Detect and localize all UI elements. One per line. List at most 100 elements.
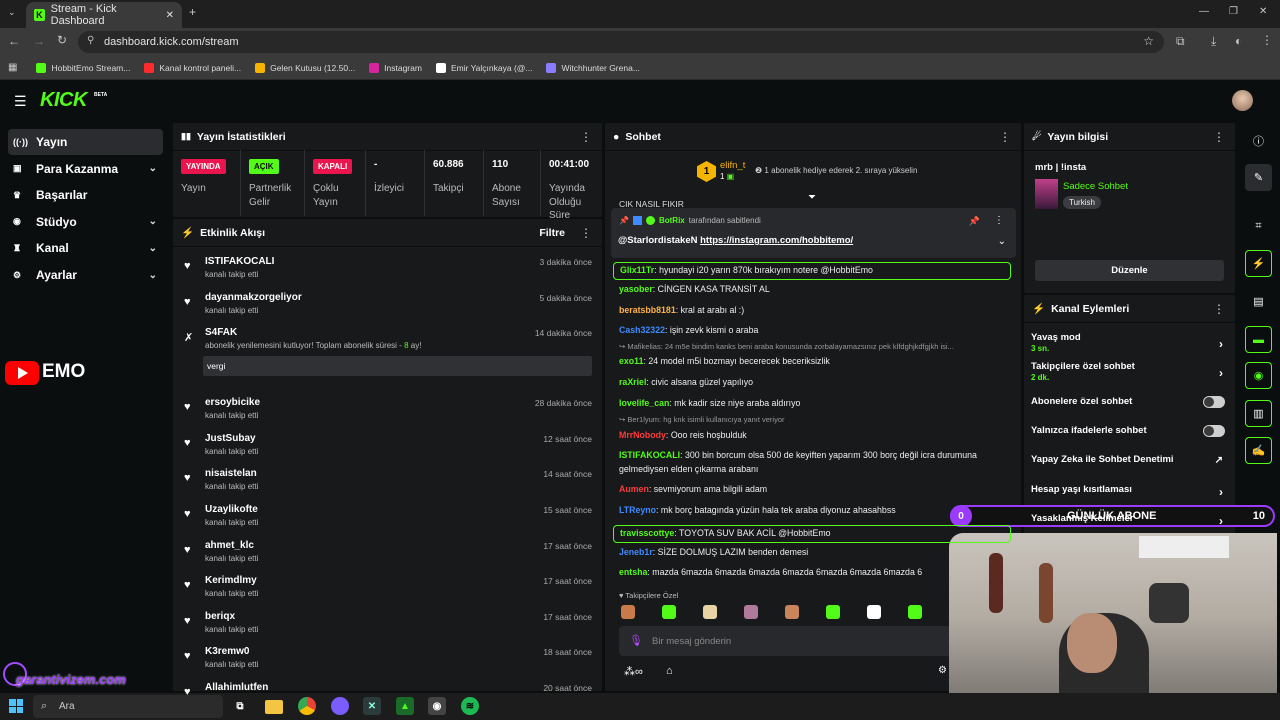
profile-icon[interactable]: ◐ — [1235, 34, 1242, 48]
info-menu-icon[interactable]: ⋮ — [1213, 130, 1225, 144]
activity-item[interactable]: ♥ Kerimdlmy kanalı takip etti 17 saat önce — [182, 575, 592, 611]
chevron-down-icon[interactable]: ⌄ — [149, 243, 157, 254]
toggle-switch[interactable] — [1203, 425, 1225, 437]
chat-message[interactable]: LTReyno: mk borç batagında yüzün hala te… — [619, 504, 1009, 518]
activity-item[interactable]: ♥ beriqx kanalı takip etti 17 saat önce — [182, 611, 592, 647]
menu-icon[interactable]: ⋮ — [1261, 33, 1273, 47]
chat-username[interactable]: travisscottye — [620, 528, 674, 538]
bookmark-item[interactable]: Gelen Kutusu (12.50... — [248, 62, 362, 73]
chevron-right-icon[interactable]: › — [1219, 366, 1223, 380]
browser-tab[interactable]: K Stream - Kick Dashboard ✕ — [26, 2, 182, 28]
activity-item[interactable]: ♥ dayanmakzorgeliyor kanalı takip etti 5 da… — [182, 292, 592, 328]
new-tab-icon[interactable]: + — [189, 5, 196, 19]
close-window-icon[interactable]: ✕ — [1259, 6, 1267, 17]
chat-username[interactable]: exo11 — [619, 356, 643, 366]
kick-logo[interactable]: KICK — [40, 89, 87, 112]
activity-item[interactable]: ♥ K3remw0 kanalı takip etti 18 saat önce — [182, 646, 592, 682]
stats-menu-icon[interactable]: ⋮ — [580, 130, 592, 144]
microphone-icon[interactable]: 🎙 — [629, 634, 643, 647]
chat-message[interactable]: exo11: 24 model m5i bozmayı becerecek be… — [619, 355, 1009, 369]
sidebar-item-yayın[interactable]: ((·)) Yayın — [8, 129, 163, 155]
sidebar-item-ayarlar[interactable]: ⚙ Ayarlar ⌄ — [8, 262, 163, 288]
chevron-right-icon[interactable]: › — [1219, 514, 1223, 528]
chat-message[interactable]: lovelife_can: mk kadir size niye araba a… — [619, 397, 1009, 411]
channel-action-item[interactable]: Yavaş mod 3 sn. › — [1031, 332, 1231, 353]
tab-list-icon[interactable]: ⌄ — [8, 7, 16, 18]
edit-pencil-icon[interactable]: ✎ — [1245, 164, 1272, 191]
chevron-down-icon[interactable]: ⌄ — [149, 270, 157, 281]
pinned-menu-icon[interactable]: ⋮ — [994, 215, 1004, 226]
activity-item[interactable]: ♥ ersoybicike kanalı takip etti 28 dakika ö… — [182, 397, 592, 433]
chat-message[interactable]: Aumen: sevmiyorum ama bilgili adam — [619, 483, 1009, 497]
hamburger-menu-icon[interactable]: ☰ — [14, 93, 27, 110]
chevron-down-icon[interactable]: ⌄ — [149, 163, 157, 174]
reload-icon[interactable]: ↻ — [57, 33, 67, 47]
activity-item[interactable]: ♥ nisaistelan kanalı takip etti 14 saat önc… — [182, 468, 592, 504]
channel-action-item[interactable]: Hesap yaşı kısıtlaması › — [1031, 484, 1231, 499]
channel-action-item[interactable]: Yalnızca ifadelerle sohbet — [1031, 425, 1231, 437]
toggle-switch[interactable] — [1203, 396, 1225, 408]
sidebar-item-başarılar[interactable]: ♛ Başarılar — [8, 182, 163, 208]
channel-action-item[interactable]: Yasaklanmış Kelimeler › — [1031, 513, 1231, 528]
close-tab-icon[interactable]: ✕ — [166, 10, 174, 21]
activity-item[interactable]: ♥ ahmet_klc kanalı takip etti 17 saat önce — [182, 540, 592, 576]
chevron-right-icon[interactable]: › — [1219, 337, 1223, 351]
chevron-down-icon[interactable]: ⌄ — [149, 216, 157, 227]
address-bar[interactable]: ⚲ dashboard.kick.com/stream ☆ — [78, 31, 1164, 53]
windows-start-icon[interactable] — [9, 699, 23, 713]
channel-action-item[interactable]: Yapay Zeka ile Sohbet Denetimi ↗ — [1031, 454, 1231, 466]
chat-menu-icon[interactable]: ⋮ — [999, 130, 1011, 144]
emote-icon[interactable] — [785, 605, 799, 619]
emote-icon[interactable] — [867, 605, 881, 619]
emote-icon[interactable] — [744, 605, 758, 619]
edit-button[interactable]: Düzenle — [1035, 260, 1224, 281]
chat-toggle-icon[interactable]: ▬ — [1245, 326, 1272, 353]
chat-message[interactable]: Glix11Tr: hyundayi i20 yarın 870k bırakı… — [613, 262, 1011, 280]
pinned-link[interactable]: https://instagram.com/hobbitemo/ — [700, 235, 853, 246]
expand-pinned-icon[interactable]: ⌄ — [998, 236, 1006, 247]
activity-item[interactable]: ♥ ISTIFAKOCALI kanalı takip etti 3 dakika ö… — [182, 256, 592, 292]
emote-icon[interactable] — [621, 605, 635, 619]
bookmark-item[interactable]: Witchhunter Grena... — [539, 62, 646, 73]
user-avatar[interactable] — [1232, 90, 1253, 111]
sidebar-item-kanal[interactable]: ♜ Kanal ⌄ — [8, 235, 163, 261]
channel-action-item[interactable]: Abonelere özel sohbet — [1031, 396, 1231, 408]
chat-message[interactable]: ISTIFAKOCALI: 300 bin borcum olsa 500 de… — [619, 449, 1009, 476]
broadcast-toggle-icon[interactable]: ◉ — [1245, 362, 1272, 389]
back-icon[interactable]: ← — [8, 34, 20, 48]
sidebar-item-para-kazanma[interactable]: ▣ Para Kazanma ⌄ — [8, 156, 163, 182]
activity-item[interactable]: ♥ JustSubay kanalı takip etti 12 saat önce — [182, 433, 592, 469]
activity-item[interactable]: ✗ S4FAK abonelik yenilemesini kutluyor! To… — [182, 327, 592, 397]
chat-points-icon[interactable]: ⁂∞ — [624, 665, 643, 678]
focus-icon[interactable]: ⌗ — [1245, 213, 1272, 240]
apps-grid-icon[interactable]: ▦ — [8, 62, 17, 73]
chat-username[interactable]: beratsbb8181 — [619, 305, 676, 315]
chat-input[interactable]: 🎙 Bir mesaj gönderin — [619, 626, 959, 656]
chat-username[interactable]: raXriel — [619, 377, 646, 387]
emote-icon[interactable] — [826, 605, 840, 619]
chat-message[interactable]: entsha: mazda 6mazda 6mazda 6mazda 6mazd… — [619, 566, 1009, 580]
chat-message[interactable]: Jeneb1r: SİZE DOLMUŞ LAZIM benden demesi — [619, 546, 1009, 560]
bookmark-item[interactable]: Instagram — [362, 62, 429, 73]
chat-username[interactable]: LTReyno — [619, 505, 656, 515]
layout-icon[interactable]: ▥ — [1245, 400, 1272, 427]
chat-username[interactable]: Aumen — [619, 484, 649, 494]
site-info-icon[interactable]: ⚲ — [87, 35, 94, 46]
actions-menu-icon[interactable]: ⋮ — [1213, 302, 1225, 316]
collapse-icon[interactable]: ⏷ — [808, 192, 816, 203]
quick-actions-icon[interactable]: ⚡ — [1245, 250, 1272, 277]
chat-username[interactable]: MrrNobody — [619, 430, 666, 440]
emote-icon[interactable] — [908, 605, 922, 619]
emote-icon[interactable] — [662, 605, 676, 619]
notes-icon[interactable]: ▤ — [1245, 288, 1272, 315]
chat-username[interactable]: Glix11Tr — [620, 265, 654, 275]
chat-username[interactable]: lovelife_can — [619, 398, 669, 408]
chat-message[interactable]: travisscottye: TOYOTA SUV BAK ACİL @Hobb… — [613, 525, 1011, 543]
emote-icon[interactable] — [703, 605, 717, 619]
bookmark-item[interactable]: HobbitEmo Stream... — [29, 62, 137, 73]
sidebar-item-stüdyo[interactable]: ◉ Stüdyo ⌄ — [8, 209, 163, 235]
activity-item[interactable]: ♥ Uzaylikofte kanalı takip etti 15 saat önc… — [182, 504, 592, 540]
bookmark-item[interactable]: Emir Yalçınkaya (@... — [429, 62, 540, 73]
chat-settings-icon[interactable]: ⚙ — [938, 665, 947, 676]
chat-message[interactable]: yasober: CİNGEN KASA TRANSİT AL — [619, 283, 1009, 297]
